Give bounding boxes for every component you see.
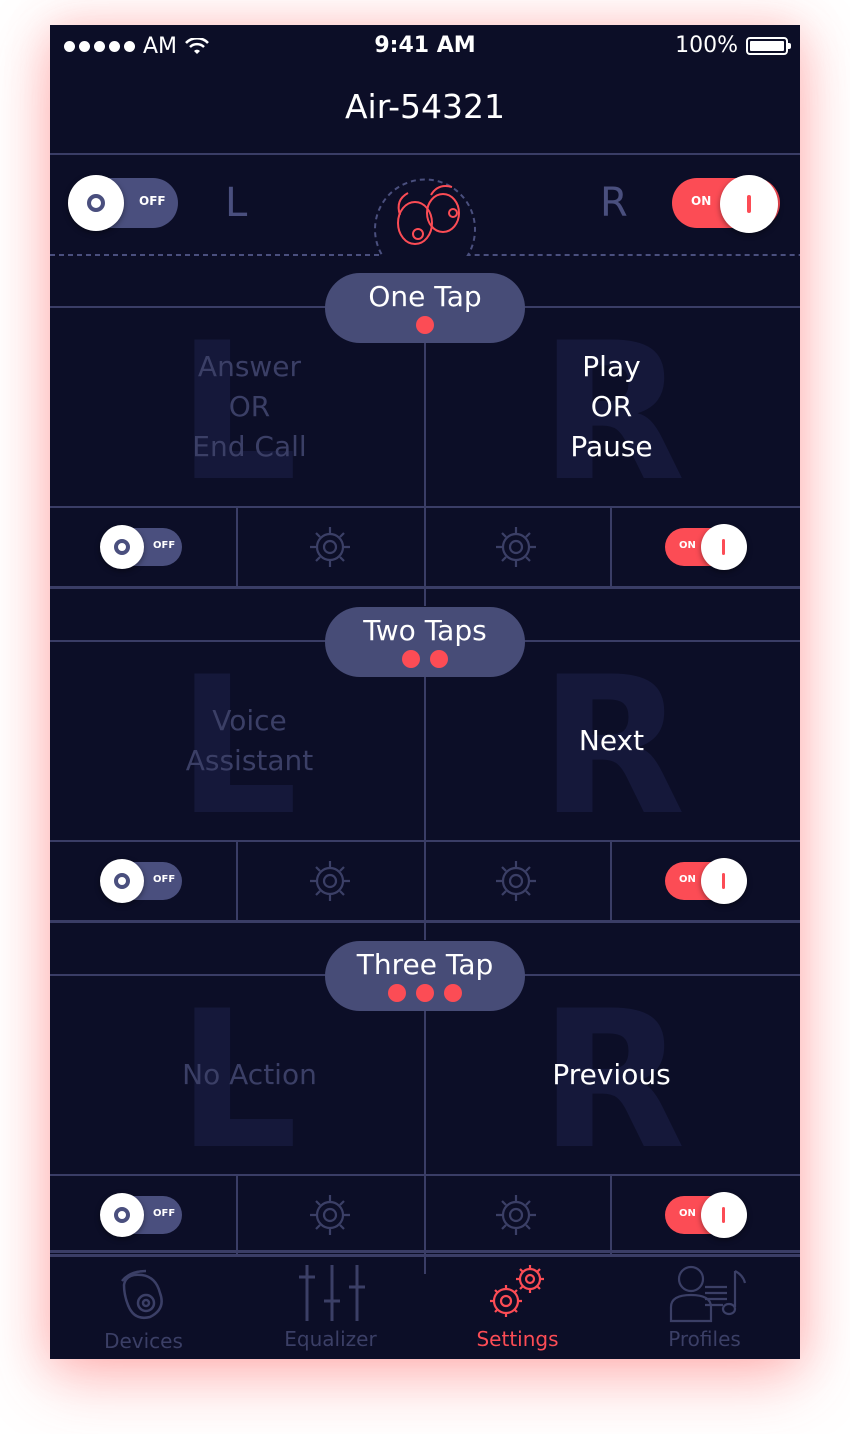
battery-icon [746, 36, 791, 55]
equalizer-icon [299, 1265, 365, 1321]
toggle-state-label: ON [679, 540, 696, 551]
toggle-knob [100, 859, 144, 903]
gears-icon [490, 1265, 544, 1317]
battery-percent: 100% [675, 33, 738, 58]
tap-count-pill: Three Tap [325, 941, 525, 1011]
tab-devices[interactable]: Devices [50, 1257, 237, 1359]
left-gesture-toggle[interactable]: OFF [100, 525, 182, 569]
left-action-text[interactable]: No Action [62, 1055, 437, 1095]
toggle-state-label: OFF [153, 1208, 176, 1219]
tab-settings[interactable]: Settings [424, 1257, 611, 1359]
toggle-state-label: OFF [153, 874, 176, 885]
divider [50, 920, 800, 923]
tab-label: Devices [104, 1329, 183, 1353]
toggle-knob [100, 1193, 144, 1237]
divider [610, 840, 612, 920]
right-gesture-toggle[interactable]: ON [665, 524, 747, 570]
divider [610, 506, 612, 586]
left-gear-icon[interactable] [306, 1191, 354, 1239]
divider [424, 640, 426, 940]
tab-bar: Devices Equalizer Settings Profiles [50, 1257, 800, 1359]
tap-count-title: One Tap [368, 280, 482, 313]
tab-label: Equalizer [284, 1327, 377, 1351]
tap-dot [444, 984, 462, 1002]
battery-area: 100% [675, 33, 791, 58]
tap-dot [416, 984, 434, 1002]
right-action-text[interactable]: Previous [424, 1055, 799, 1095]
right-action-text[interactable]: Next [424, 721, 799, 761]
divider [50, 1174, 800, 1176]
toggle-knob [701, 524, 747, 570]
device-title: Air-54321 [344, 87, 506, 126]
tab-equalizer[interactable]: Equalizer [237, 1257, 424, 1359]
divider [236, 840, 238, 920]
divider [236, 1174, 238, 1254]
tap-count-title: Three Tap [356, 948, 494, 981]
toggle-knob [701, 858, 747, 904]
tab-profiles[interactable]: Profiles [611, 1257, 800, 1359]
toggle-knob [100, 525, 144, 569]
right-gesture-toggle[interactable]: ON [665, 858, 747, 904]
toggle-knob [701, 1192, 747, 1238]
tap-dots [325, 984, 525, 1002]
tap-dot [416, 316, 434, 334]
tab-label: Profiles [668, 1327, 741, 1351]
tap-dot [402, 650, 420, 668]
divider [50, 506, 800, 508]
right-gesture-toggle[interactable]: ON [665, 1192, 747, 1238]
divider [50, 840, 800, 842]
left-gesture-toggle[interactable]: OFF [100, 1193, 182, 1237]
tap-count-pill: Two Taps [325, 607, 525, 677]
divider [424, 974, 426, 1274]
right-action-text[interactable]: Play OR Pause [424, 347, 799, 467]
tap-dots [325, 650, 525, 668]
divider [50, 1250, 800, 1253]
left-action-text[interactable]: Answer OR End Call [62, 347, 437, 467]
earbuds-icon [50, 178, 800, 256]
tap-dot [430, 650, 448, 668]
divider [610, 1174, 612, 1254]
divider [50, 586, 800, 589]
earbud-icon [121, 1269, 163, 1319]
left-gear-icon[interactable] [306, 523, 354, 571]
right-gear-icon[interactable] [492, 1191, 540, 1239]
toggle-state-label: ON [679, 874, 696, 885]
status-bar: AM 9:41 AM 100% [50, 25, 800, 69]
toggle-state-label: ON [679, 1208, 696, 1219]
phone-screen: AM 9:41 AM 100% Air-54321 OFF L R ON L R… [50, 25, 800, 1359]
right-gear-icon[interactable] [492, 857, 540, 905]
profile-music-icon [669, 1265, 747, 1323]
tap-count-title: Two Taps [363, 614, 487, 647]
tap-dots [325, 316, 525, 334]
right-gear-icon[interactable] [492, 523, 540, 571]
divider [236, 506, 238, 586]
tap-dot [388, 984, 406, 1002]
left-gear-icon[interactable] [306, 857, 354, 905]
toggle-state-label: OFF [153, 540, 176, 551]
tab-label: Settings [476, 1327, 559, 1351]
tap-count-pill: One Tap [325, 273, 525, 343]
left-action-text[interactable]: Voice Assistant [62, 701, 437, 781]
left-gesture-toggle[interactable]: OFF [100, 859, 182, 903]
